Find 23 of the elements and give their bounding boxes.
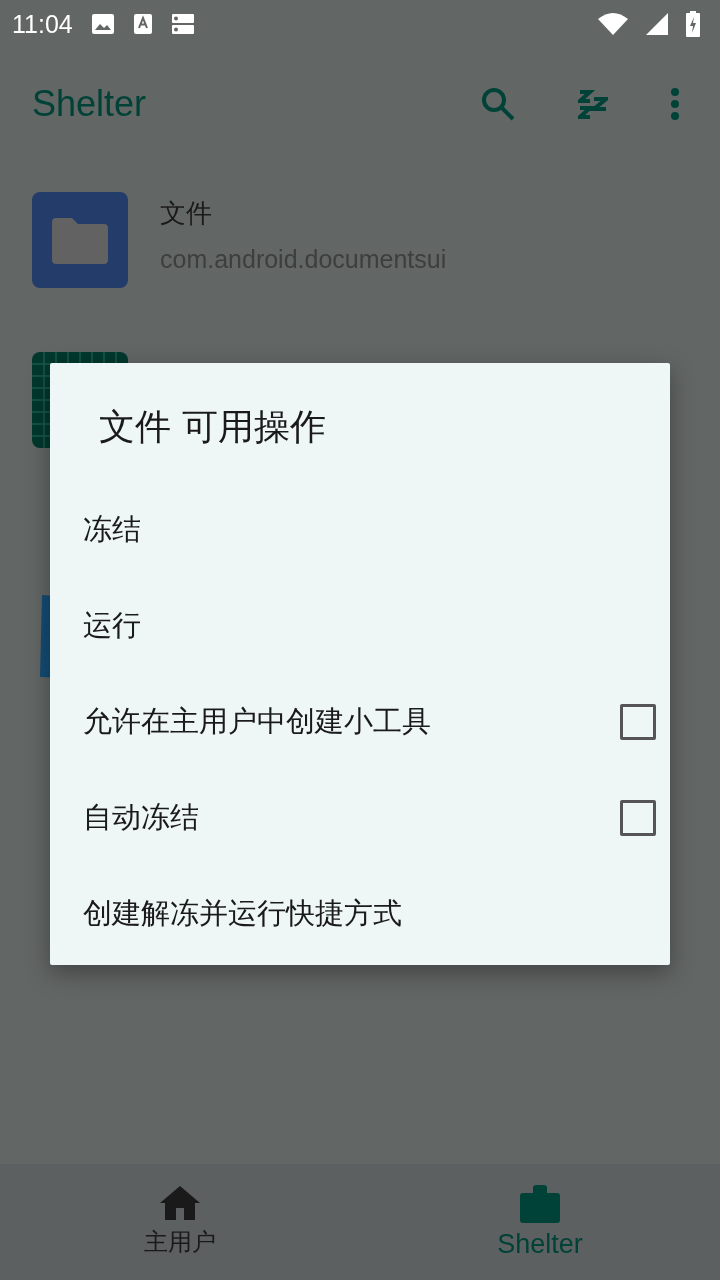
folder-app-icon[interactable]: [32, 192, 128, 288]
image-icon: [90, 13, 115, 35]
signal-icon: [646, 13, 668, 35]
app-title: Shelter: [32, 83, 147, 125]
battery-icon: [686, 11, 700, 37]
app-name: 文件: [160, 197, 213, 230]
search-icon[interactable]: [480, 86, 516, 122]
home-icon: [160, 1186, 200, 1220]
wifi-icon: [598, 13, 628, 35]
menu-item[interactable]: 创建解冻并运行快捷方式: [50, 866, 670, 962]
status-time: 11:04: [12, 9, 73, 39]
menu-item[interactable]: 运行: [50, 578, 670, 674]
checkbox[interactable]: [620, 704, 656, 740]
sleep-icon[interactable]: [578, 89, 608, 119]
font-icon: [132, 13, 153, 35]
checkbox[interactable]: [620, 800, 656, 836]
menu-item[interactable]: 自动冻结: [50, 770, 670, 866]
briefcase-icon: [520, 1184, 560, 1223]
menu-item[interactable]: 冻结: [50, 482, 670, 578]
storage-icon: [170, 13, 195, 35]
dialog-title: 文件 可用操作: [98, 405, 328, 449]
menu-item[interactable]: 允许在主用户中创建小工具: [50, 674, 670, 770]
more-icon[interactable]: [670, 87, 680, 121]
